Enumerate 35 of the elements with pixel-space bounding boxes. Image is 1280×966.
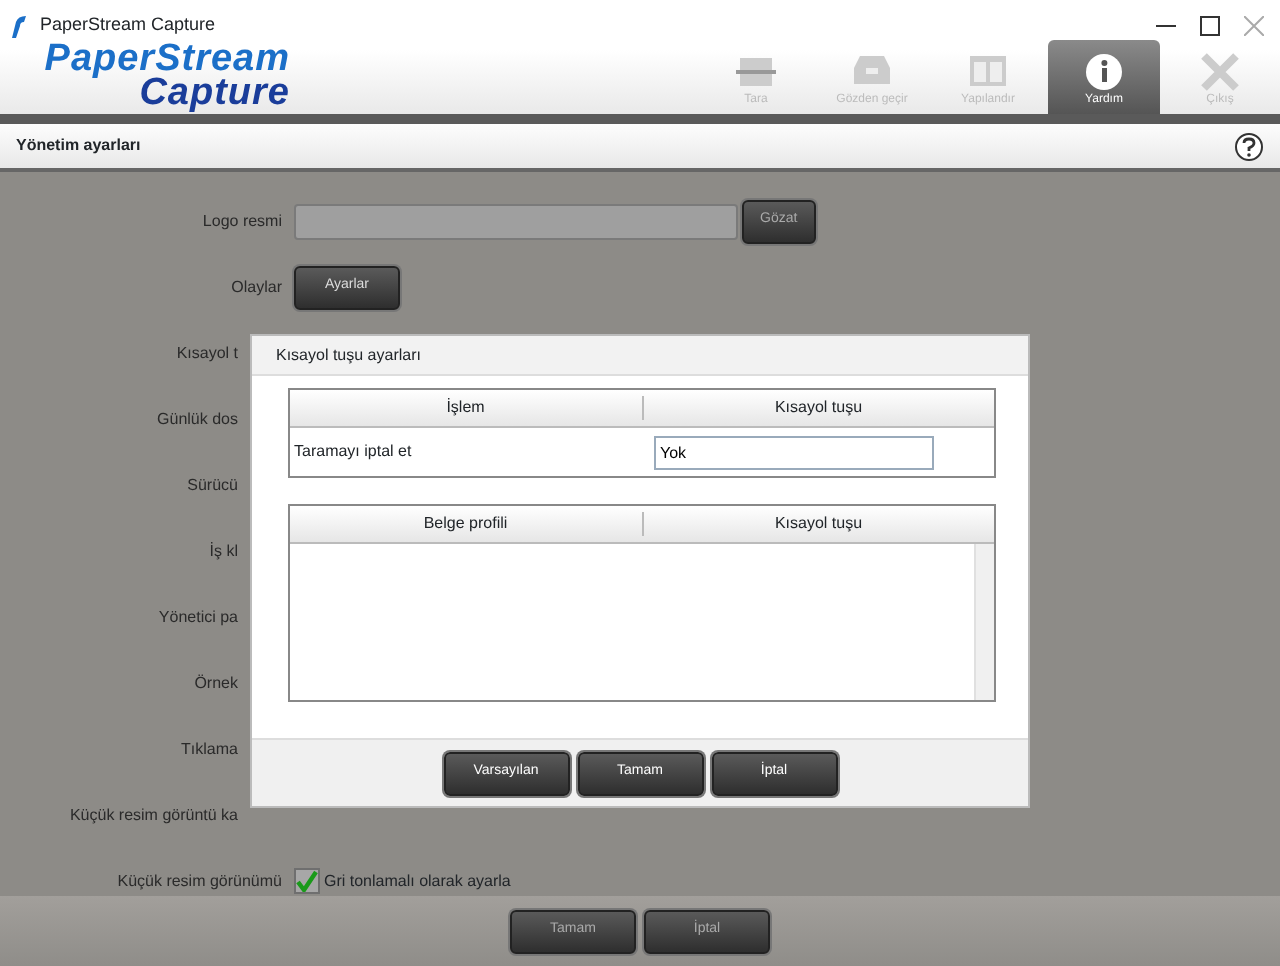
logo-text: PaperStream	[44, 42, 290, 76]
maximize-icon[interactable]	[1200, 15, 1220, 35]
window-title: PaperStream Capture	[40, 11, 216, 38]
field-label: Günlük dos	[155, 407, 240, 431]
field-label: Sürücü	[185, 473, 240, 497]
column-header: Belge profili	[421, 512, 510, 536]
close-icon[interactable]	[1244, 15, 1264, 35]
layout-icon	[968, 52, 1008, 92]
field-label: İş kl	[207, 539, 240, 563]
input-field[interactable]	[294, 203, 738, 239]
column-header: Kısayol tuşu	[641, 396, 994, 420]
close-icon	[1200, 52, 1240, 92]
help-icon[interactable]	[1234, 131, 1264, 161]
section-title: Yönetim ayarları	[16, 134, 141, 158]
checkbox-label: Gri tonlamalı olarak ayarla	[324, 869, 511, 893]
field-label: Logo resmi	[200, 209, 284, 233]
field-label: Olaylar	[229, 275, 284, 299]
table-cell-text: Taramayı iptal et	[292, 440, 414, 464]
logo-text: Capture	[139, 76, 290, 110]
dialog-title: Kısayol tuşu ayarları	[276, 343, 421, 367]
field-label: Örnek	[192, 671, 240, 695]
info-icon	[1084, 52, 1124, 92]
checkbox[interactable]	[294, 868, 320, 894]
field-label: Küçük resim görüntü ka	[67, 803, 240, 827]
field-label: Yönetici pa	[156, 605, 240, 629]
field-label: Küçük resim görünümü	[115, 869, 284, 893]
scrollbar[interactable]	[974, 544, 994, 700]
app-icon	[8, 13, 28, 37]
check-icon	[296, 870, 318, 892]
column-header: Kısayol tuşu	[641, 512, 994, 536]
field-label: Kısayol t	[174, 341, 240, 365]
column-header: İşlem	[444, 396, 487, 420]
input-field[interactable]: Yok	[654, 435, 934, 469]
scanner-icon	[736, 52, 776, 92]
field-label: Tıklama	[179, 737, 240, 761]
